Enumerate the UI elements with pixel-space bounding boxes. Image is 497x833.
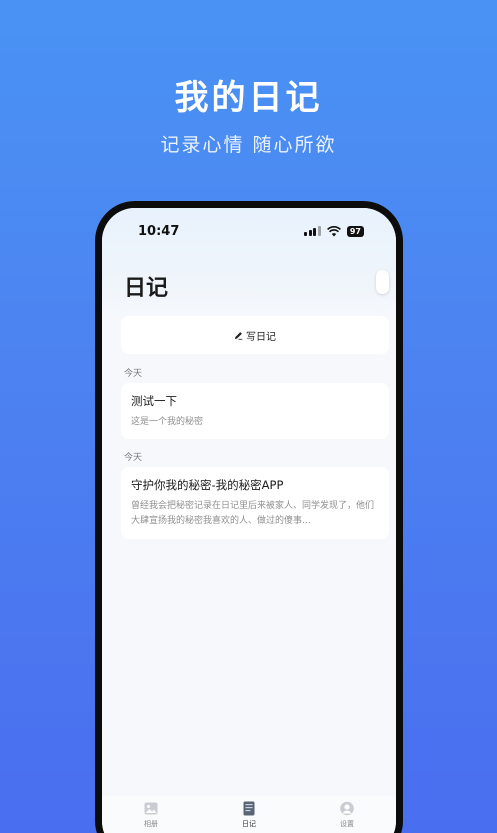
signal-icon (304, 226, 321, 236)
hero-subtitle: 记录心情 随心所欲 (160, 134, 337, 156)
edge-toggle[interactable] (376, 270, 389, 294)
status-bar: 10:47 97 (102, 220, 396, 242)
phone-frame: 10:47 97 日记 写日记 今天 测试一下 这是一个我的秘密 今天 守护你我… (95, 201, 403, 833)
tab-settings[interactable]: 设置 (317, 801, 377, 833)
photo-icon (144, 802, 158, 815)
entry-preview: 曾经我会把秘密记录在日记里后来被家人、同学发现了，他们大肆宣扬我的秘密我喜欢的人… (131, 501, 375, 526)
tab-label: 相册 (144, 820, 158, 828)
diary-entry-card[interactable]: 测试一下 这是一个我的秘密 (121, 383, 389, 439)
pencil-icon (234, 331, 243, 340)
write-diary-label: 写日记 (246, 331, 276, 343)
tab-bar: 相册 日记 设置 (102, 796, 396, 833)
entry-date-label: 今天 (124, 369, 143, 379)
entry-title: 测试一下 (131, 394, 177, 408)
tab-label: 日记 (242, 820, 256, 828)
tab-album[interactable]: 相册 (121, 801, 181, 833)
tab-label: 设置 (340, 820, 354, 828)
write-diary-button[interactable]: 写日记 (121, 316, 389, 354)
diary-entry-card[interactable]: 守护你我的秘密-我的秘密APP 曾经我会把秘密记录在日记里后来被家人、同学发现了… (121, 467, 389, 539)
status-time: 10:47 (138, 223, 180, 239)
status-icons: 97 (304, 225, 364, 237)
hero-title: 我的日记 (174, 78, 323, 118)
entry-date-label: 今天 (124, 453, 143, 463)
diary-icon (243, 801, 255, 816)
profile-icon (340, 801, 354, 816)
page-title: 日记 (124, 276, 169, 301)
wifi-icon (326, 225, 341, 236)
entry-preview: 这是一个我的秘密 (131, 417, 204, 427)
phone-screen: 10:47 97 日记 写日记 今天 测试一下 这是一个我的秘密 今天 守护你我… (102, 208, 396, 833)
tab-diary[interactable]: 日记 (219, 801, 279, 833)
entry-title: 守护你我的秘密-我的秘密APP (131, 478, 284, 492)
battery-icon: 97 (346, 225, 364, 237)
